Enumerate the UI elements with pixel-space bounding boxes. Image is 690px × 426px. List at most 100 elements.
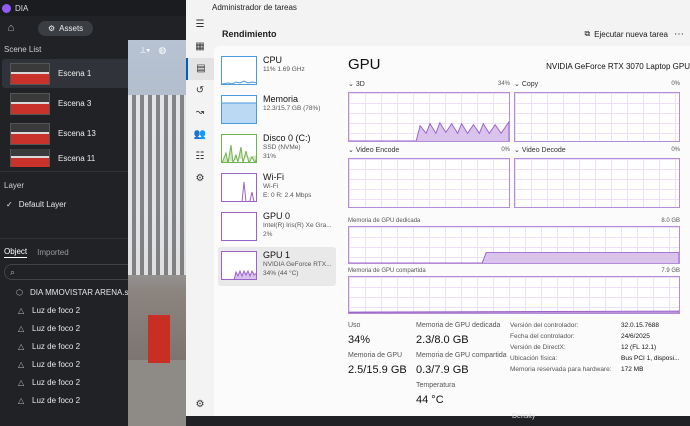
device-sub: Wi-Fi	[263, 183, 279, 190]
globe-icon[interactable]: ◍	[158, 45, 166, 56]
tm-header: Rendimiento ⧉ Ejecutar nueva tarea ⋯	[214, 24, 690, 44]
gpu-title: GPU	[348, 56, 381, 73]
info-value: 172 MB	[621, 366, 644, 373]
graph-video-decode	[514, 158, 680, 208]
graph-video-encode	[348, 158, 510, 208]
device-gpu1[interactable]: GPU 1 NVIDIA GeForce RTX... 34% (44 °C)	[218, 247, 336, 286]
object-label: Luz de foco 2	[32, 377, 81, 387]
gpu-detail-panel: GPU NVIDIA GeForce RTX 3070 Laptop GPU ⌄…	[346, 52, 690, 416]
run-new-task-button[interactable]: ⧉ Ejecutar nueva tarea	[584, 29, 674, 39]
spotlight-icon: △	[18, 395, 25, 405]
scene-thumbnail	[10, 62, 50, 85]
shared-mem-max: 7.9 GB	[661, 268, 680, 274]
stat-temp-label: Temperatura	[416, 382, 456, 389]
info-label: Versión de DirectX:	[510, 344, 566, 351]
task-manager-window: Administrador de tareas ☰ ▦ ▤ ↺ ↝ 👥 ☷ ⚙ …	[186, 0, 690, 416]
run-task-icon: ⧉	[584, 29, 591, 38]
dedicated-mem-label: Memoria de GPU dedicada	[348, 218, 421, 224]
viewport-toolbar: ⟂▾ ◍	[140, 42, 184, 58]
stat-usage-value: 34%	[348, 334, 371, 346]
stat-dedicated-value: 2.3/8.0 GB	[416, 334, 469, 346]
3d-viewport[interactable]	[128, 40, 186, 426]
graph-3d-value: 34%	[497, 81, 510, 87]
red-billboard	[148, 315, 170, 363]
performance-icon[interactable]: ▤	[186, 58, 214, 80]
assets-button[interactable]: ⚙ Assets	[38, 20, 94, 36]
gpu-model: NVIDIA GeForce RTX 3070 Laptop GPU	[546, 62, 690, 71]
scene-label: Escena 11	[58, 153, 96, 163]
object-label: Luz de foco 2	[32, 359, 81, 369]
spotlight-icon: △	[18, 323, 25, 333]
tab-imported[interactable]: Imported	[37, 248, 69, 257]
arena-facade	[128, 95, 186, 275]
info-value: 12 (FL 12.1)	[621, 344, 657, 351]
scene-label: Escena 13	[58, 129, 96, 138]
memory-sparkline	[221, 95, 257, 124]
assets-label: Assets	[59, 23, 84, 33]
object-label: Luz de foco 2	[32, 341, 81, 351]
object-label: Luz de foco 2	[32, 395, 81, 405]
window-title: Administrador de tareas	[212, 2, 297, 12]
graph-copy-value: 0%	[671, 81, 680, 87]
stat-temp-value: 44 °C	[416, 394, 444, 406]
info-value: 24/6/2025	[621, 333, 650, 340]
services-icon[interactable]: ⚙	[186, 168, 214, 190]
info-value: 32.0.15.7688	[621, 322, 659, 329]
scene-label: Escena 3	[58, 99, 92, 108]
graph-venc-label[interactable]: ⌄ Video Encode	[348, 146, 399, 154]
object-label: Luz de foco 2	[32, 305, 81, 315]
device-sub: 12.3/15.7 GB (78%)	[263, 105, 321, 112]
scene-thumbnail	[10, 92, 50, 115]
device-cpu[interactable]: CPU 11% 1.69 GHz	[218, 52, 336, 91]
graph-dedicated-memory	[348, 226, 680, 264]
layer-label: Default Layer	[18, 199, 67, 209]
device-sub: 11% 1.69 GHz	[263, 66, 305, 73]
settings-icon[interactable]: ⚙	[186, 394, 214, 416]
dia-top-tabs: ⌂ ⚙ Assets	[0, 16, 186, 40]
shared-mem-label: Memoria de GPU compartida	[348, 268, 426, 274]
stat-usage-label: Uso	[348, 322, 361, 329]
device-memory[interactable]: Memoria 12.3/15.7 GB (78%)	[218, 91, 336, 130]
spotlight-icon: △	[18, 341, 25, 351]
device-name: CPU	[263, 55, 283, 65]
stat-gpu-mem-label: Memoria de GPU	[348, 352, 403, 359]
search-icon: ⌕	[10, 266, 16, 277]
device-sub: 31%	[263, 153, 277, 160]
stat-gpu-mem-value: 2.5/15.9 GB	[348, 364, 407, 376]
home-icon[interactable]: ⌂	[4, 21, 18, 35]
scene-list-title: Scene List	[4, 44, 42, 54]
graph-venc-value: 0%	[501, 147, 510, 153]
device-name: Memoria	[263, 94, 299, 104]
gpu0-sparkline	[221, 212, 257, 241]
startup-icon[interactable]: ↝	[186, 102, 214, 124]
tab-object[interactable]: Object	[4, 247, 28, 258]
device-wifi[interactable]: Wi-Fi Wi-Fi E: 0 R: 2.4 Mbps	[218, 169, 336, 208]
dedicated-mem-max: 8.0 GB	[661, 218, 680, 224]
graph-copy	[514, 92, 680, 142]
gpu1-sparkline	[221, 251, 257, 280]
device-sub: E: 0 R: 2.4 Mbps	[263, 192, 312, 199]
processes-icon[interactable]: ▦	[186, 36, 214, 58]
history-icon[interactable]: ↺	[186, 80, 214, 102]
dia-logo-icon	[2, 3, 11, 13]
graph-3d	[348, 92, 510, 142]
hamburger-icon[interactable]: ☰	[186, 14, 214, 36]
details-icon[interactable]: ☷	[186, 146, 214, 168]
stat-shared-label: Memoria de GPU compartida	[416, 352, 507, 359]
graph-vdec-label[interactable]: ⌄ Video Decode	[514, 146, 566, 154]
graph-copy-label[interactable]: ⌄ Copy	[514, 80, 538, 88]
viewport-floor	[128, 360, 186, 426]
device-disk[interactable]: Disco 0 (C:) SSD (NVMe) 31%	[218, 130, 336, 169]
tm-nav-rail: ☰ ▦ ▤ ↺ ↝ 👥 ☷ ⚙ ⚙	[186, 14, 214, 416]
page-title: Rendimiento	[222, 29, 277, 39]
screen: DIA ⌂ ⚙ Assets Scene List ▣ ⋮ Escena 1 E…	[0, 0, 690, 426]
graph-shared-memory	[348, 276, 680, 314]
device-gpu0[interactable]: GPU 0 Intel(R) Iris(R) Xe Gra... 2%	[218, 208, 336, 247]
info-label: Fecha del controlador:	[510, 333, 575, 340]
users-icon[interactable]: 👥	[186, 124, 214, 146]
spotlight-icon: △	[18, 359, 25, 369]
more-options-icon[interactable]: ⋯	[674, 29, 690, 40]
info-label: Versión del controlador:	[510, 322, 579, 329]
axis-icon[interactable]: ⟂▾	[140, 45, 150, 56]
graph-3d-label[interactable]: ⌄ 3D	[348, 80, 365, 88]
